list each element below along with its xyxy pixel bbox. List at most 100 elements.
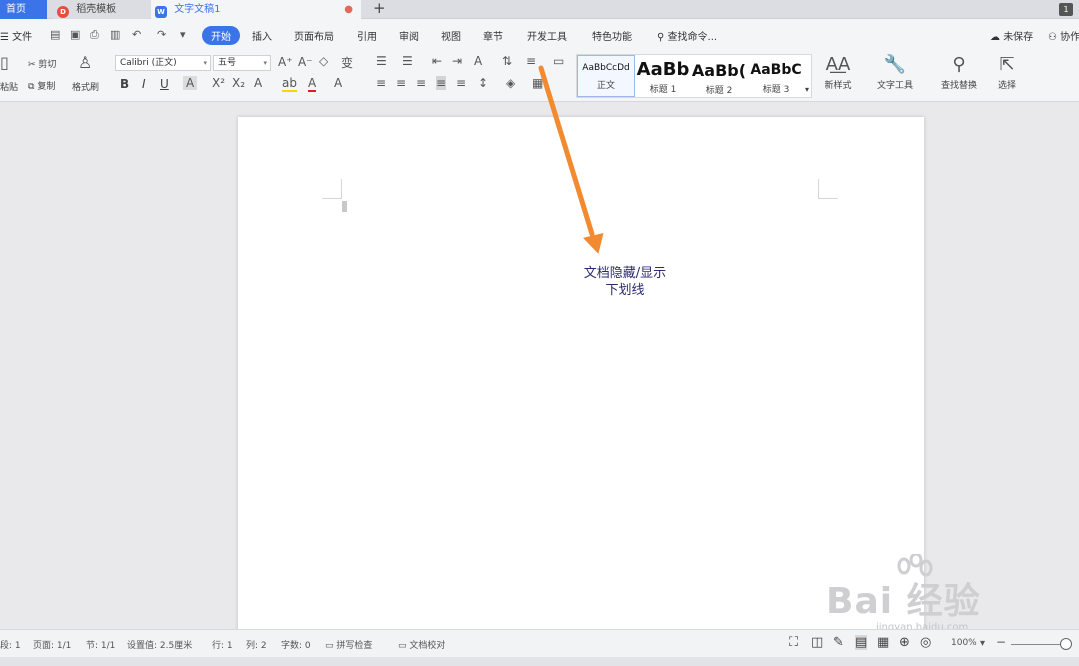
- window-count-badge[interactable]: 1: [1059, 3, 1073, 16]
- increase-indent-icon[interactable]: ⇥: [452, 54, 462, 68]
- format-painter-button[interactable]: 格式刷: [72, 80, 99, 93]
- bold-button[interactable]: B: [120, 77, 129, 91]
- find-replace-button[interactable]: ⚲ 查找替换: [934, 54, 984, 91]
- font-name-select[interactable]: Calibri (正文) ▾: [115, 55, 211, 71]
- menu-page-layout[interactable]: 页面布局: [294, 28, 334, 43]
- show-hide-marks-icon[interactable]: ≡: [526, 54, 536, 68]
- bullet-list-icon[interactable]: ☰: [376, 54, 387, 68]
- menu-developer[interactable]: 开发工具: [527, 28, 567, 43]
- new-tab-button[interactable]: +: [373, 0, 386, 19]
- read-mode-icon[interactable]: ◫: [811, 635, 823, 650]
- tab-home-label: 首页: [6, 4, 26, 15]
- superscript-icon[interactable]: X²: [212, 76, 225, 90]
- collab-button[interactable]: ⚇ 协作: [1048, 28, 1079, 43]
- print-icon[interactable]: ⎙: [90, 28, 99, 42]
- print-preview-icon[interactable]: ▥: [110, 28, 120, 41]
- search-icon: ⚲: [657, 32, 665, 43]
- phonetic-icon[interactable]: 变: [341, 54, 353, 71]
- paste-icon[interactable]: ▯: [0, 53, 9, 72]
- menu-file[interactable]: ☰ 文件: [0, 28, 32, 43]
- zoom-level[interactable]: 100%: [951, 638, 977, 648]
- highlight-icon[interactable]: ab: [282, 76, 297, 92]
- shading-icon[interactable]: ◈: [506, 76, 515, 90]
- zoom-out-icon[interactable]: −: [996, 635, 1006, 649]
- gallery-more-icon[interactable]: ▾: [805, 85, 809, 94]
- shrink-font-icon[interactable]: A⁻: [298, 55, 313, 69]
- proofread-button[interactable]: ▭ 文档校对: [398, 638, 445, 651]
- find-replace-label: 查找替换: [940, 81, 977, 91]
- line-spacing-icon[interactable]: ↕: [478, 76, 488, 90]
- format-painter-icon[interactable]: ♙: [78, 53, 92, 72]
- menu-special[interactable]: 特色功能: [592, 28, 632, 43]
- numbered-list-icon[interactable]: ☰: [402, 54, 413, 68]
- clear-format-icon[interactable]: ◇: [319, 54, 328, 68]
- strikethrough-icon[interactable]: A: [183, 76, 198, 90]
- grow-font-icon[interactable]: A⁺: [278, 55, 293, 69]
- style-heading-3[interactable]: AaBbC 标题 3: [747, 55, 805, 97]
- menu-view[interactable]: 视图: [441, 28, 461, 43]
- unsaved-status[interactable]: ☁ 未保存: [990, 28, 1033, 43]
- menu-review[interactable]: 审阅: [399, 28, 419, 43]
- text-tools-button[interactable]: 🔧 文字工具: [870, 54, 920, 91]
- select-button[interactable]: ⇱ 选择: [990, 54, 1024, 91]
- char-shading-icon[interactable]: A: [334, 76, 342, 90]
- menu-chapter[interactable]: 章节: [483, 28, 503, 43]
- subscript-icon[interactable]: X₂: [232, 76, 245, 90]
- new-style-button[interactable]: A͟A 新样式: [818, 54, 858, 91]
- style-heading-1[interactable]: AaBb 标题 1: [635, 55, 691, 97]
- align-right-icon[interactable]: ≡: [416, 76, 426, 90]
- tab-home[interactable]: 首页: [0, 0, 47, 19]
- spell-check-button[interactable]: ▭ 拼写检查: [325, 638, 372, 651]
- style-heading-2[interactable]: AaBb( 标题 2: [691, 55, 747, 97]
- align-left-icon[interactable]: ≡: [376, 76, 386, 90]
- zoom-slider-handle[interactable]: [1060, 638, 1072, 650]
- web-view-icon[interactable]: ⊕: [899, 635, 910, 650]
- underline-button[interactable]: U: [160, 77, 169, 91]
- bottom-strip: [0, 657, 1079, 666]
- style-normal[interactable]: AaBbCcDd 正文: [577, 55, 635, 97]
- menu-insert[interactable]: 插入: [252, 28, 272, 43]
- zoom-slider-track[interactable]: [1011, 644, 1063, 645]
- status-setting[interactable]: 设置值: 2.5厘米: [127, 638, 192, 651]
- distributed-icon[interactable]: ≡: [456, 76, 466, 90]
- status-words[interactable]: 字数: 0: [281, 638, 311, 651]
- customize-qa-icon[interactable]: ▾: [180, 28, 186, 41]
- open-icon[interactable]: ▤: [50, 28, 60, 41]
- status-col: 列: 2: [246, 641, 267, 651]
- cut-button[interactable]: ✂ 剪切: [28, 57, 56, 70]
- align-justify-icon[interactable]: ≡: [436, 76, 447, 90]
- chinese-layout-icon[interactable]: A: [474, 54, 482, 68]
- fullscreen-icon[interactable]: ⛶: [789, 635, 798, 650]
- unsaved-label: 未保存: [1003, 32, 1034, 43]
- zoom-dropdown-icon[interactable]: ▾: [980, 638, 985, 649]
- menu-references[interactable]: 引用: [357, 28, 377, 43]
- pen-icon[interactable]: ✎: [833, 635, 844, 650]
- align-center-icon[interactable]: ≡: [396, 76, 406, 90]
- tab-template[interactable]: D 稻壳模板: [53, 0, 150, 19]
- tab-document[interactable]: W 文字文稿1 ●: [151, 0, 361, 19]
- decrease-indent-icon[interactable]: ⇤: [432, 54, 442, 68]
- cut-label: 剪切: [38, 60, 57, 70]
- page-view-icon[interactable]: ▤: [855, 635, 868, 650]
- text-effect-icon[interactable]: A: [254, 76, 262, 90]
- copy-button[interactable]: ⧉ 复制: [28, 79, 55, 92]
- sort-icon[interactable]: ⇅: [502, 54, 512, 68]
- status-page[interactable]: 页面: 1/1: [33, 638, 71, 651]
- font-color-icon[interactable]: A: [308, 76, 317, 92]
- borders-icon[interactable]: ▦: [532, 76, 543, 90]
- undo-icon[interactable]: ↶: [132, 28, 141, 41]
- document-workspace[interactable]: [0, 103, 1079, 637]
- font-size-select[interactable]: 五号 ▾: [213, 55, 271, 71]
- eye-protect-icon[interactable]: ◎: [920, 635, 931, 650]
- save-icon[interactable]: ▣: [70, 28, 80, 41]
- italic-button[interactable]: I: [142, 77, 146, 91]
- command-search[interactable]: ⚲ 查找命令...: [657, 28, 717, 43]
- outline-view-icon[interactable]: ▦: [877, 635, 889, 650]
- redo-icon[interactable]: ↷: [157, 28, 166, 41]
- menu-home[interactable]: 开始: [202, 26, 240, 45]
- paste-button[interactable]: 粘贴: [0, 80, 18, 93]
- table-border-icon[interactable]: ▭: [553, 54, 564, 68]
- close-tab-icon[interactable]: ●: [344, 0, 353, 19]
- document-page[interactable]: [238, 117, 924, 637]
- status-chapter: 节: 1/1: [86, 641, 116, 651]
